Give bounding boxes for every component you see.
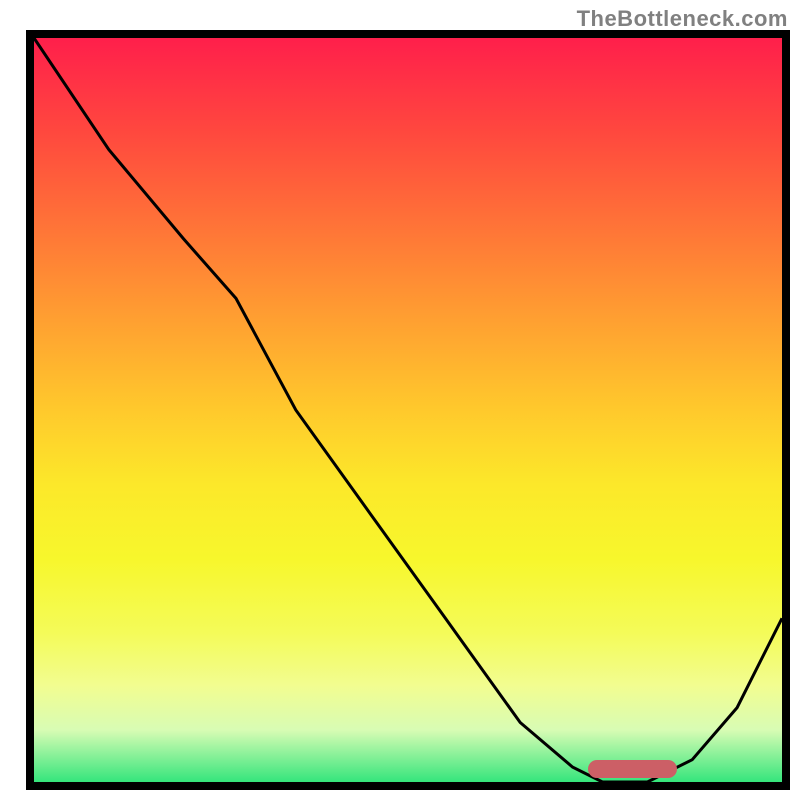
chart-frame (26, 30, 790, 790)
chart-curve (34, 38, 782, 782)
watermark-text: TheBottleneck.com (577, 6, 788, 32)
optimal-marker (588, 760, 678, 778)
